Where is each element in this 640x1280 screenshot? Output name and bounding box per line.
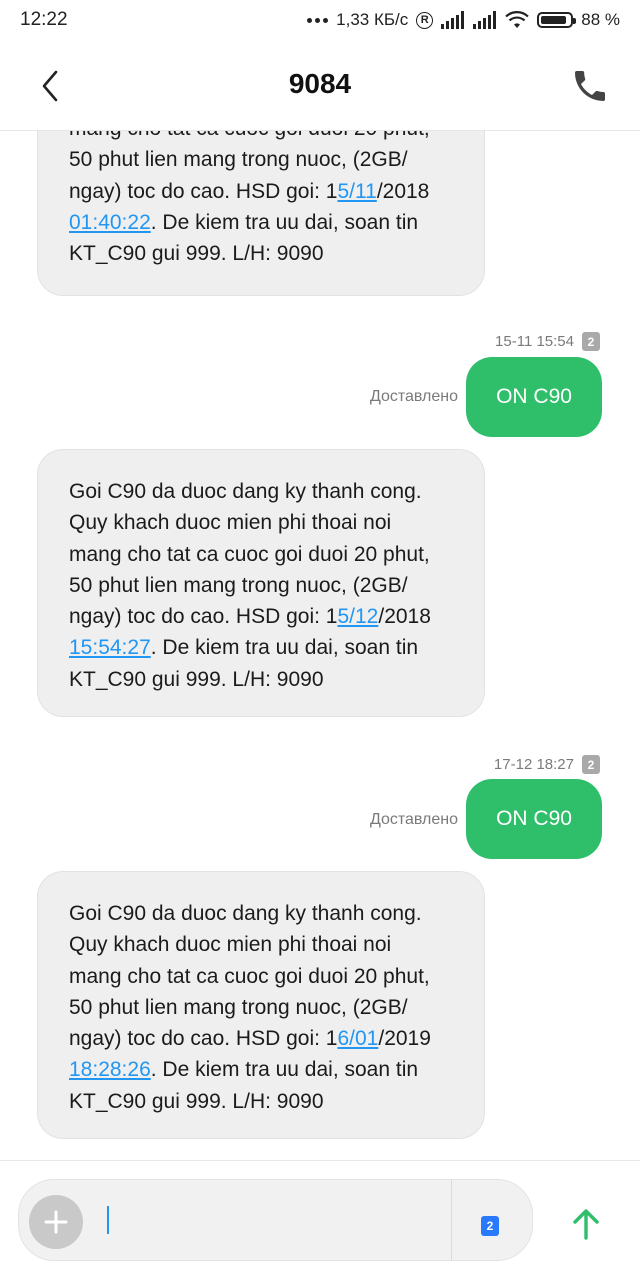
conversation-header: 9084: [0, 40, 640, 131]
composer-divider: [0, 1160, 640, 1161]
message-text: KT_C90 gui 999. L/H: 9090: [69, 667, 324, 691]
outgoing-message-1[interactable]: ON C90: [466, 357, 602, 437]
sim-badge: 2: [582, 332, 600, 351]
message-line: mang cho tat ca cuoc goi duoi 20 phut,: [69, 961, 460, 992]
signal-icon-sim1: [441, 11, 465, 29]
status-icons: 1,33 КБ/с R 88 %: [307, 9, 620, 31]
message-text: Quy khach duoc mien phi thoai noi: [69, 511, 392, 535]
message-line: Quy khach duoc mien phi thoai noi: [69, 929, 460, 960]
message-text: ngay) toc do cao. HSD goi: 1: [69, 605, 338, 629]
battery-fill: [541, 16, 566, 24]
message-text: . De kiem tra uu dai, soan tin: [150, 636, 419, 660]
message-line: 01:40:22. De kiem tra uu dai, soan tin: [69, 207, 460, 238]
message-line: 50 phut lien mang trong nuoc, (2GB/: [69, 992, 460, 1023]
outgoing-message-2[interactable]: ON C90: [466, 779, 602, 859]
incoming-message-2[interactable]: Goi C90 da duoc dang ky thanh cong. Quy k…: [37, 449, 485, 717]
message-input[interactable]: [107, 1206, 109, 1234]
battery-percent: 88 %: [581, 10, 620, 29]
message-line: 50 phut lien mang trong nuoc, (2GB/: [69, 570, 460, 601]
delivery-status: Доставлено: [369, 811, 458, 828]
message-timestamp: 15-11 15:54: [495, 333, 574, 350]
message-text: Quy khach duoc mien phi thoai noi: [69, 933, 392, 957]
more-dots-icon: [307, 17, 329, 23]
status-time: 12:22: [20, 9, 68, 30]
sim-badge: 2: [582, 755, 600, 774]
network-speed: 1,33 КБ/с: [336, 10, 409, 29]
message-text: ngay) toc do cao. HSD goi: 1: [69, 1027, 338, 1051]
message-line: Quy khach duoc mien phi thoai noi: [69, 507, 460, 538]
message-text: mang cho tat ca cuoc goi duoi 20 phut,: [69, 964, 430, 988]
message-line: ngay) toc do cao. HSD goi: 16/01/2019: [69, 1023, 460, 1054]
message-line: ngay) toc do cao. HSD goi: 15/11/2018: [69, 176, 460, 207]
message-text: . De kiem tra uu dai, soan tin: [150, 210, 419, 234]
message-text: Goi C90 da duoc dang ky thanh cong.: [69, 480, 422, 503]
message-text: /2018: [378, 605, 431, 629]
message-list[interactable]: mang cho tat ca cuoc goi duoi 20 phut, 50…: [0, 0, 640, 1160]
message-line: KT_C90 gui 999. L/H: 9090: [69, 1086, 460, 1117]
date-link[interactable]: 5/11: [337, 180, 376, 203]
signal-icon-sim2: [473, 11, 497, 29]
composer-separator: [451, 1180, 452, 1260]
wifi-icon: [505, 11, 530, 28]
message-line: ngay) toc do cao. HSD goi: 15/12/2018: [69, 601, 460, 632]
message-line: Goi C90 da duoc dang ky thanh cong.: [69, 476, 460, 507]
sim-select-button[interactable]: 2: [481, 1216, 499, 1236]
roaming-icon: R: [416, 11, 434, 29]
conversation-title: 9084: [288, 68, 352, 99]
message-text: /2019: [378, 1027, 431, 1051]
date-link[interactable]: 15:54:27: [69, 636, 151, 659]
status-bar: 12:22 1,33 КБ/с R 88 %: [0, 0, 640, 40]
message-text: /2018: [376, 179, 430, 203]
phone-icon[interactable]: [570, 66, 610, 106]
message-line: KT_C90 gui 999. L/H: 9090: [69, 664, 460, 695]
date-link[interactable]: 01:40:22: [69, 211, 151, 234]
message-text: KT_C90 gui 999. L/H: 9090: [69, 242, 324, 266]
date-link[interactable]: 6/01: [337, 1027, 378, 1050]
message-meta-2: 17-12 18:27 2: [494, 755, 600, 774]
message-line: 15:54:27. De kiem tra uu dai, soan tin: [69, 632, 460, 663]
battery-icon: [537, 12, 577, 28]
message-timestamp: 17-12 18:27: [493, 756, 574, 773]
message-text: 50 phut lien mang trong nuoc, (2GB/: [69, 148, 408, 172]
message-line: 50 phut lien mang trong nuoc, (2GB/: [69, 144, 460, 175]
message-text: mang cho tat ca cuoc goi duoi 20 phut,: [69, 542, 430, 566]
plus-icon[interactable]: [29, 1195, 83, 1249]
message-text: 50 phut lien mang trong nuoc, (2GB/: [69, 573, 408, 597]
message-text: Goi C90 da duoc dang ky thanh cong.: [69, 902, 422, 925]
date-link[interactable]: 18:28:26: [69, 1058, 151, 1081]
delivery-status: Доставлено: [369, 388, 458, 405]
message-line: Goi C90 da duoc dang ky thanh cong.: [69, 898, 460, 929]
send-arrow-icon[interactable]: [566, 1204, 606, 1244]
message-composer: 2: [18, 1179, 533, 1261]
message-text: 50 phut lien mang trong nuoc, (2GB/: [69, 995, 408, 1019]
message-text: KT_C90 gui 999. L/H: 9090: [69, 1089, 324, 1113]
message-meta-1: 15-11 15:54 2: [495, 332, 600, 351]
date-link[interactable]: 5/12: [337, 605, 378, 628]
message-text: . De kiem tra uu dai, soan tin: [150, 1058, 419, 1082]
message-line: KT_C90 gui 999. L/H: 9090: [69, 238, 460, 269]
message-text: ngay) toc do cao. HSD goi: 1: [69, 179, 338, 203]
message-line: 18:28:26. De kiem tra uu dai, soan tin: [69, 1054, 460, 1085]
incoming-message-3[interactable]: Goi C90 da duoc dang ky thanh cong. Quy k…: [37, 871, 485, 1139]
message-line: mang cho tat ca cuoc goi duoi 20 phut,: [69, 539, 460, 570]
